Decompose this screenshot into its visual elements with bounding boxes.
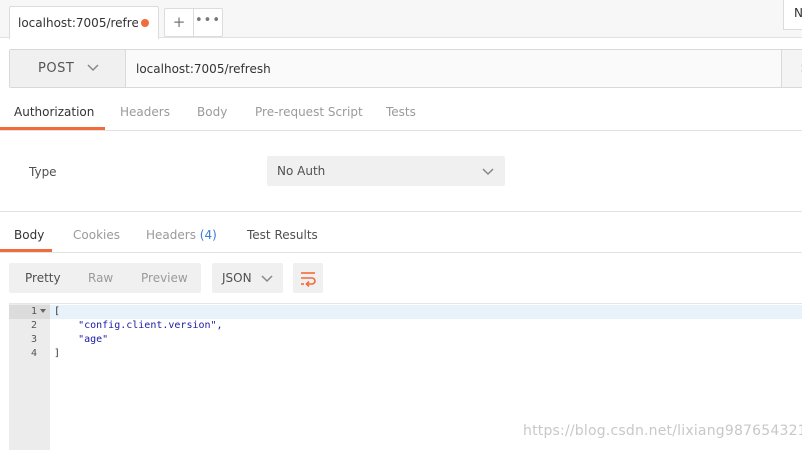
http-method-label: POST xyxy=(38,61,75,76)
code-line: [ xyxy=(54,306,61,317)
tab-tests[interactable]: Tests xyxy=(386,105,416,119)
url-bar: POST S xyxy=(9,49,802,88)
wrap-lines-icon xyxy=(301,272,316,287)
auth-type-label: Type xyxy=(29,165,57,179)
active-response-tab-indicator xyxy=(0,249,52,252)
line-number: 4 xyxy=(30,348,37,359)
chevron-down-icon xyxy=(482,168,494,176)
code-line: "age" xyxy=(54,334,109,345)
fold-toggle-icon[interactable] xyxy=(40,309,46,313)
code-line: "config.client.version", xyxy=(54,320,223,331)
response-tabs: Body Cookies Headers (4) Test Results xyxy=(0,212,802,253)
tab-headers[interactable]: Headers xyxy=(120,105,170,119)
tab-pre-request-script[interactable]: Pre-request Script xyxy=(255,105,363,119)
view-raw-button[interactable]: Raw xyxy=(88,271,113,285)
auth-type-select[interactable]: No Auth xyxy=(267,156,505,186)
tab-response-body[interactable]: Body xyxy=(14,228,44,242)
tab-response-headers[interactable]: Headers (4) xyxy=(146,228,217,242)
code-line: ] xyxy=(54,348,61,359)
request-url-input[interactable] xyxy=(127,50,781,87)
wrap-lines-button[interactable] xyxy=(293,263,323,293)
watermark-text: https://blog.csdn.net/lixiang987654321 xyxy=(523,423,802,439)
request-config-tabs: Authorization Headers Body Pre-request S… xyxy=(0,96,802,131)
line-number: 2 xyxy=(30,320,37,331)
unsaved-changes-dot-icon xyxy=(141,19,149,27)
active-line-highlight xyxy=(50,305,802,319)
tab-actions: + ••• xyxy=(164,8,223,37)
new-tab-plus-icon[interactable]: + xyxy=(165,9,193,36)
environment-selector[interactable]: N xyxy=(783,0,802,30)
chevron-down-icon xyxy=(261,275,273,283)
tab-authorization[interactable]: Authorization xyxy=(14,105,94,119)
active-tab-indicator xyxy=(0,127,105,130)
response-headers-label: Headers xyxy=(146,228,196,242)
chevron-down-icon xyxy=(87,64,99,72)
request-tab-bar: localhost:7005/refresh + ••• N xyxy=(0,0,802,39)
more-options-ellipsis-icon[interactable]: ••• xyxy=(194,9,222,36)
environment-selector-label: N xyxy=(794,6,802,20)
tab-test-results[interactable]: Test Results xyxy=(247,228,318,242)
response-headers-count: (4) xyxy=(199,228,217,242)
tab-body[interactable]: Body xyxy=(197,105,227,119)
line-number: 3 xyxy=(30,334,37,345)
auth-type-value: No Auth xyxy=(277,164,326,178)
request-tab[interactable]: localhost:7005/refresh xyxy=(9,6,159,39)
request-tab-title: localhost:7005/refresh xyxy=(18,16,138,30)
response-format-select[interactable]: JSON xyxy=(212,263,283,293)
http-method-select[interactable]: POST xyxy=(10,50,126,87)
send-button[interactable]: S xyxy=(781,50,802,87)
response-format-value: JSON xyxy=(222,271,252,285)
view-preview-button[interactable]: Preview xyxy=(141,271,188,285)
view-pretty-button[interactable]: Pretty xyxy=(25,271,61,285)
response-view-mode-group: Pretty Raw Preview xyxy=(9,263,201,293)
tab-response-cookies[interactable]: Cookies xyxy=(73,228,120,242)
line-number: 1 xyxy=(30,306,37,317)
